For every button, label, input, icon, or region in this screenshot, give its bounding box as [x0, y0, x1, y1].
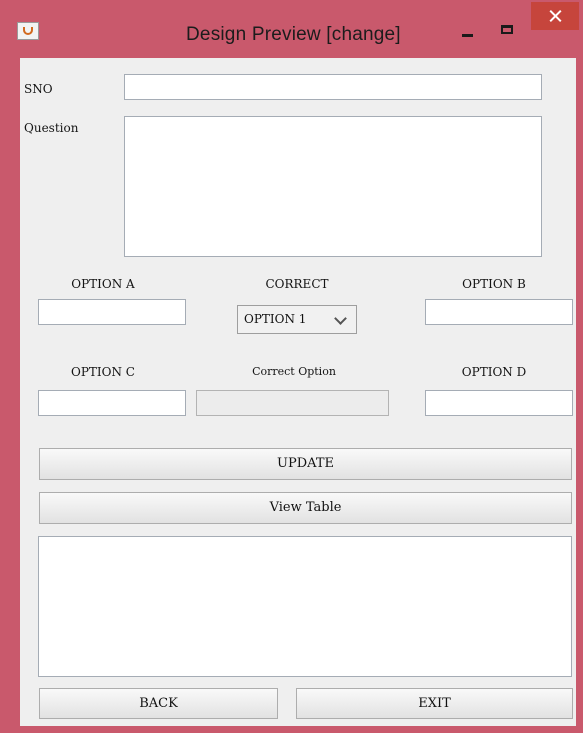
close-button[interactable]: [531, 2, 579, 30]
sno-label: SNO: [24, 82, 53, 96]
chevron-down-icon: [334, 312, 347, 325]
question-label: Question: [24, 121, 79, 135]
correct-label: CORRECT: [265, 277, 329, 291]
option-b-input[interactable]: [425, 299, 573, 325]
correct-select[interactable]: OPTION 1: [237, 305, 357, 334]
option-d-label: OPTION D: [461, 365, 527, 379]
exit-button[interactable]: EXIT: [296, 688, 573, 719]
view-table-button-label: View Table: [269, 500, 342, 515]
java-icon[interactable]: [17, 22, 39, 40]
correct-option-field: [196, 390, 389, 416]
minimize-button[interactable]: [452, 12, 486, 44]
update-button[interactable]: UPDATE: [39, 448, 572, 480]
option-a-input[interactable]: [38, 299, 186, 325]
app-window: Design Preview [change] SNO Question OPT…: [0, 0, 583, 733]
exit-button-label: EXIT: [418, 696, 451, 711]
update-button-label: UPDATE: [277, 456, 334, 471]
correct-option-label: Correct Option: [252, 365, 336, 378]
option-a-label: OPTION A: [71, 277, 135, 291]
output-textarea[interactable]: [38, 536, 572, 677]
form-panel: SNO Question OPTION A CORRECT OPTION 1 O…: [20, 58, 576, 726]
back-button[interactable]: BACK: [39, 688, 278, 719]
sno-input[interactable]: [124, 74, 542, 100]
correct-select-value: OPTION 1: [244, 312, 307, 326]
back-button-label: BACK: [139, 696, 178, 711]
title-bar[interactable]: Design Preview [change]: [0, 0, 583, 58]
maximize-button[interactable]: [492, 12, 526, 44]
question-textarea[interactable]: [124, 116, 542, 257]
view-table-button[interactable]: View Table: [39, 492, 572, 524]
option-b-label: OPTION B: [462, 277, 526, 291]
window-title: Design Preview [change]: [186, 24, 401, 45]
option-c-input[interactable]: [38, 390, 186, 416]
option-c-label: OPTION C: [71, 365, 135, 379]
option-d-input[interactable]: [425, 390, 573, 416]
